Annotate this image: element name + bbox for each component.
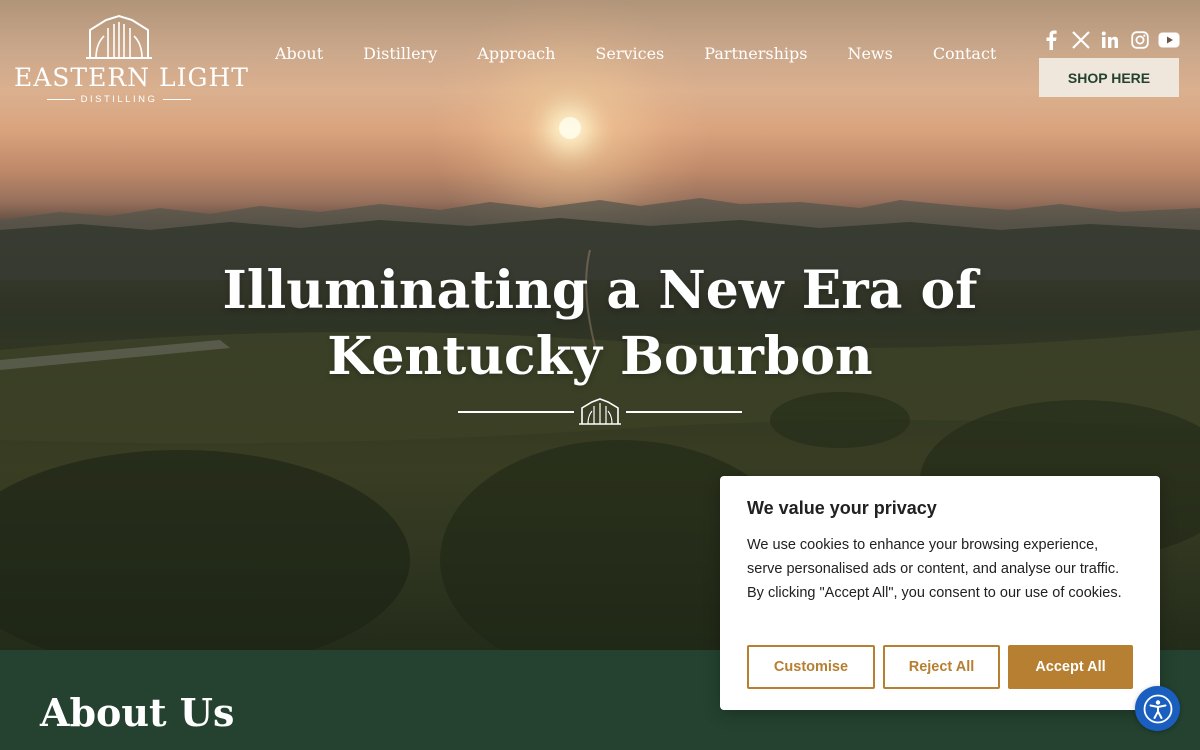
linkedin-icon[interactable] — [1099, 29, 1121, 51]
cookie-title: We value your privacy — [747, 498, 937, 518]
reject-all-button[interactable]: Reject All — [883, 645, 1000, 689]
brand-subtitle: DISTILLING — [14, 94, 224, 108]
hero-headline: Illuminating a New Era of Kentucky Bourb… — [200, 258, 1000, 390]
x-icon[interactable] — [1070, 29, 1092, 51]
accept-all-button[interactable]: Accept All — [1008, 645, 1133, 689]
nav-item-news[interactable]: News — [827, 44, 912, 68]
youtube-icon[interactable] — [1158, 29, 1180, 51]
nav-item-services[interactable]: Services — [575, 44, 684, 68]
facebook-icon[interactable] — [1040, 29, 1062, 51]
brand-rule-left — [46, 98, 75, 100]
accessibility-button[interactable] — [1135, 686, 1180, 731]
nav-item-contact[interactable]: Contact — [913, 44, 1017, 68]
shop-here-button[interactable]: SHOP HERE — [1039, 58, 1179, 97]
nav-item-partnerships[interactable]: Partnerships — [684, 44, 827, 68]
cookie-consent-banner: We value your privacy We use cookies to … — [720, 476, 1160, 710]
about-title: About Us — [40, 690, 235, 735]
hero-headline-line1: Illuminating a New Era of — [222, 260, 978, 321]
nav-item-distillery[interactable]: Distillery — [343, 44, 457, 68]
hero-headline-line2: Kentucky Bourbon — [327, 326, 873, 387]
instagram-icon[interactable] — [1129, 29, 1151, 51]
social-links — [1040, 28, 1180, 52]
hero-divider-ornament — [458, 398, 742, 425]
cookie-text: We use cookies to enhance your browsing … — [747, 537, 1122, 601]
nav-item-approach[interactable]: Approach — [457, 44, 575, 68]
site-logo[interactable]: EASTERN LIGHT DISTILLING — [14, 14, 249, 108]
customise-button[interactable]: Customise — [747, 645, 875, 689]
logo-barn-icon — [86, 14, 152, 59]
brand-rule-right — [163, 98, 192, 100]
brand-name: EASTERN LIGHT — [14, 63, 249, 92]
nav-item-about[interactable]: About — [255, 44, 343, 68]
cookie-buttons: Customise Reject All Accept All — [747, 645, 1133, 689]
accessibility-icon — [1143, 694, 1172, 723]
brand-sub-text: DISTILLING — [80, 94, 158, 105]
main-nav: About Distillery Approach Services Partn… — [255, 44, 1016, 68]
